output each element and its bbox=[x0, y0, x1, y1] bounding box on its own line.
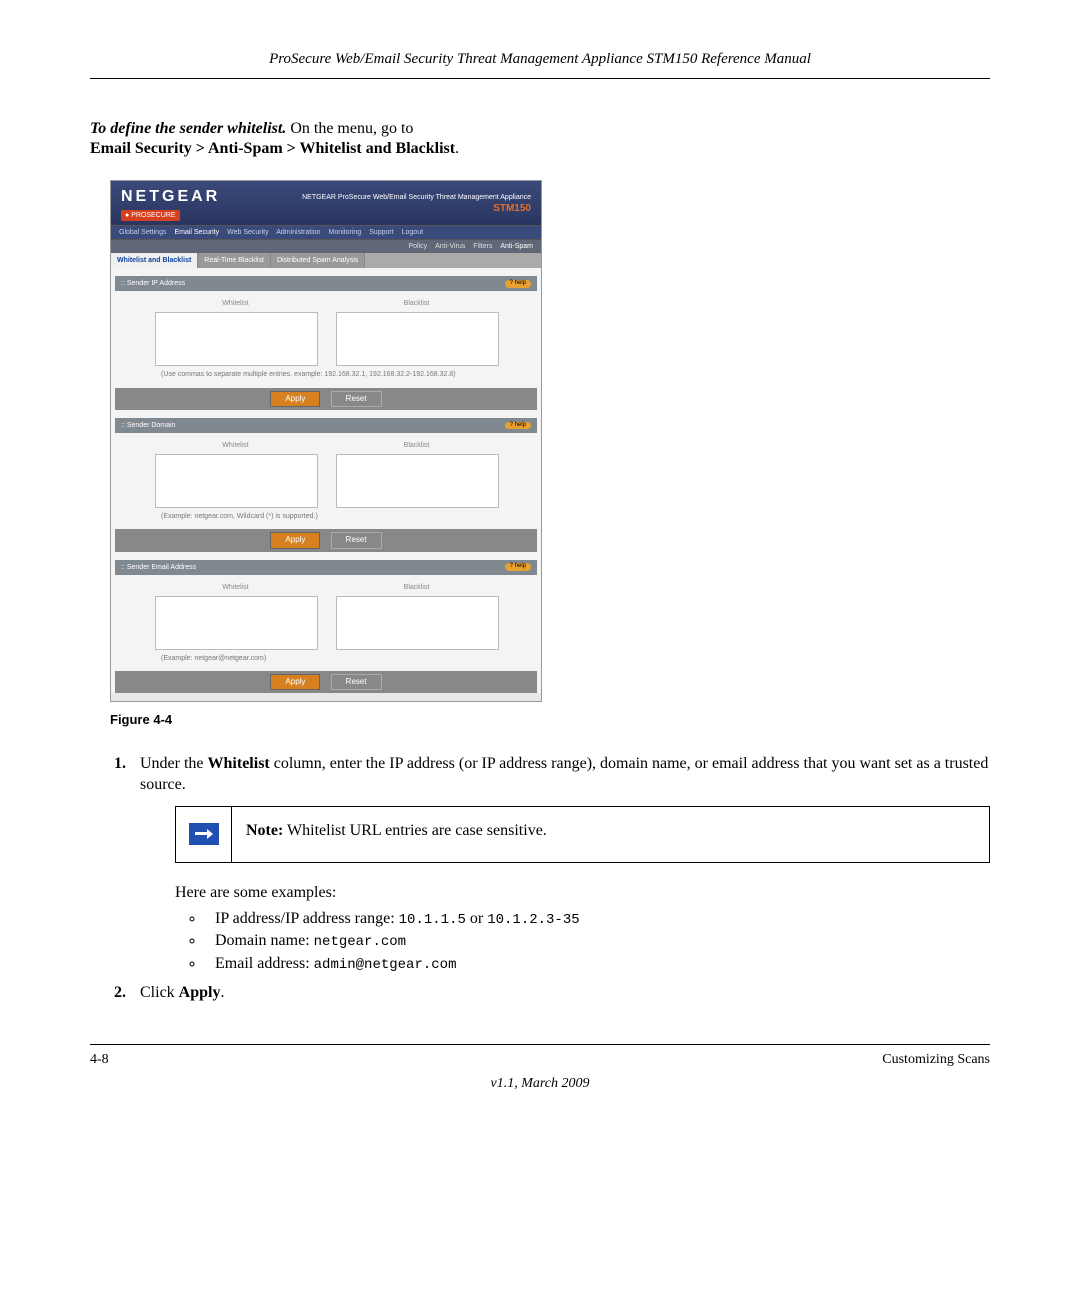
page-footer: 4-8 Customizing Scans bbox=[90, 1044, 990, 1069]
blacklist-label: Blacklist bbox=[336, 441, 497, 450]
panel-sender-domain: :: Sender Domain ? help Whitelist Blackl… bbox=[115, 418, 537, 552]
help-icon[interactable]: ? help bbox=[505, 563, 531, 571]
step-2: Click Apply. bbox=[130, 983, 990, 1004]
instruction-title: To define the sender whitelist. bbox=[90, 120, 286, 137]
tab-whitelist-blacklist[interactable]: Whitelist and Blacklist bbox=[111, 253, 198, 268]
whitelist-email-input[interactable] bbox=[155, 596, 318, 650]
help-icon[interactable]: ? help bbox=[505, 422, 531, 430]
section-name: Customizing Scans bbox=[882, 1051, 990, 1069]
page-number: 4-8 bbox=[90, 1051, 109, 1069]
nav-support[interactable]: Support bbox=[369, 229, 394, 236]
panel-title-domain: :: Sender Domain bbox=[121, 421, 175, 430]
example-email: Email address: admin@netgear.com bbox=[205, 954, 990, 975]
examples-section: Here are some examples: IP address/IP ad… bbox=[175, 883, 990, 975]
nav-global[interactable]: Global Settings bbox=[119, 229, 166, 236]
whitelist-label: Whitelist bbox=[155, 583, 316, 592]
subnav-policy[interactable]: Policy bbox=[408, 243, 427, 250]
ip-note: (Use commas to separate multiple entries… bbox=[155, 370, 497, 379]
nav-logout[interactable]: Logout bbox=[402, 229, 423, 236]
panel-title-email: :: Sender Email Address bbox=[121, 563, 196, 572]
tabs-row: Whitelist and Blacklist Real-Time Blackl… bbox=[111, 253, 541, 268]
apply-button[interactable]: Apply bbox=[270, 674, 320, 690]
tab-realtime-blacklist[interactable]: Real-Time Blacklist bbox=[198, 253, 271, 268]
doc-version: v1.1, March 2009 bbox=[90, 1075, 990, 1093]
arrow-icon bbox=[189, 823, 219, 845]
instruction-paragraph: To define the sender whitelist. On the m… bbox=[90, 119, 990, 161]
blacklist-label: Blacklist bbox=[336, 299, 497, 308]
panel-title-ip: :: Sender IP Address bbox=[121, 279, 185, 288]
product-label: NETGEAR ProSecure Web/Email Security Thr… bbox=[302, 193, 531, 215]
nav-monitoring[interactable]: Monitoring bbox=[329, 229, 362, 236]
subnav-antispam[interactable]: Anti-Spam bbox=[500, 243, 533, 250]
blacklist-domain-input[interactable] bbox=[336, 454, 499, 508]
blacklist-email-input[interactable] bbox=[336, 596, 499, 650]
figure-caption: Figure 4-4 bbox=[110, 712, 990, 729]
ng-header: NETGEAR ● PROSECURE NETGEAR ProSecure We… bbox=[111, 181, 541, 225]
subnav-antivirus[interactable]: Anti-Virus bbox=[435, 243, 465, 250]
note-icon-cell bbox=[176, 807, 232, 862]
blacklist-ip-input[interactable] bbox=[336, 312, 499, 366]
sub-nav[interactable]: Policy Anti-Virus Filters Anti-Spam bbox=[111, 240, 541, 253]
example-ip: IP address/IP address range: 10.1.1.5 or… bbox=[205, 909, 990, 930]
whitelist-label: Whitelist bbox=[155, 299, 316, 308]
note-content: Note: Whitelist URL entries are case sen… bbox=[232, 807, 989, 862]
nav-web-security[interactable]: Web Security bbox=[227, 229, 269, 236]
whitelist-domain-input[interactable] bbox=[155, 454, 318, 508]
whitelist-ip-input[interactable] bbox=[155, 312, 318, 366]
logo-text: NETGEAR bbox=[121, 187, 220, 208]
nav-email-security[interactable]: Email Security bbox=[174, 229, 219, 236]
nav-administration[interactable]: Administration bbox=[276, 229, 320, 236]
embedded-screenshot: NETGEAR ● PROSECURE NETGEAR ProSecure We… bbox=[110, 180, 542, 702]
main-nav[interactable]: Global Settings Email Security Web Secur… bbox=[111, 225, 541, 240]
help-icon[interactable]: ? help bbox=[505, 280, 531, 288]
step-list: Under the Whitelist column, enter the IP… bbox=[90, 754, 990, 1004]
example-domain: Domain name: netgear.com bbox=[205, 931, 990, 952]
instruction-path: Email Security > Anti-Spam > Whitelist a… bbox=[90, 140, 455, 157]
ng-body: :: Sender IP Address ? help Whitelist Bl… bbox=[111, 268, 541, 693]
reset-button[interactable]: Reset bbox=[331, 674, 382, 690]
examples-intro: Here are some examples: bbox=[175, 883, 990, 904]
blacklist-label: Blacklist bbox=[336, 583, 497, 592]
step-1: Under the Whitelist column, enter the IP… bbox=[130, 754, 990, 975]
reset-button[interactable]: Reset bbox=[331, 391, 382, 407]
doc-header: ProSecure Web/Email Security Threat Mana… bbox=[90, 50, 990, 79]
prosecure-badge: ● PROSECURE bbox=[121, 210, 180, 221]
whitelist-label: Whitelist bbox=[155, 441, 316, 450]
tab-distributed-spam[interactable]: Distributed Spam Analysis bbox=[271, 253, 365, 268]
reset-button[interactable]: Reset bbox=[331, 532, 382, 548]
netgear-logo: NETGEAR ● PROSECURE bbox=[121, 187, 220, 221]
domain-note: (Example: netgear.com, Wildcard (*) is s… bbox=[155, 512, 497, 521]
note-box: Note: Whitelist URL entries are case sen… bbox=[175, 806, 990, 863]
email-note: (Example: netgear@netgear.com) bbox=[155, 654, 497, 663]
apply-button[interactable]: Apply bbox=[270, 532, 320, 548]
panel-sender-ip: :: Sender IP Address ? help Whitelist Bl… bbox=[115, 276, 537, 410]
panel-sender-email: :: Sender Email Address ? help Whitelist… bbox=[115, 560, 537, 694]
apply-button[interactable]: Apply bbox=[270, 391, 320, 407]
subnav-filters[interactable]: Filters bbox=[473, 243, 492, 250]
instruction-lead: On the menu, go to bbox=[286, 120, 413, 137]
